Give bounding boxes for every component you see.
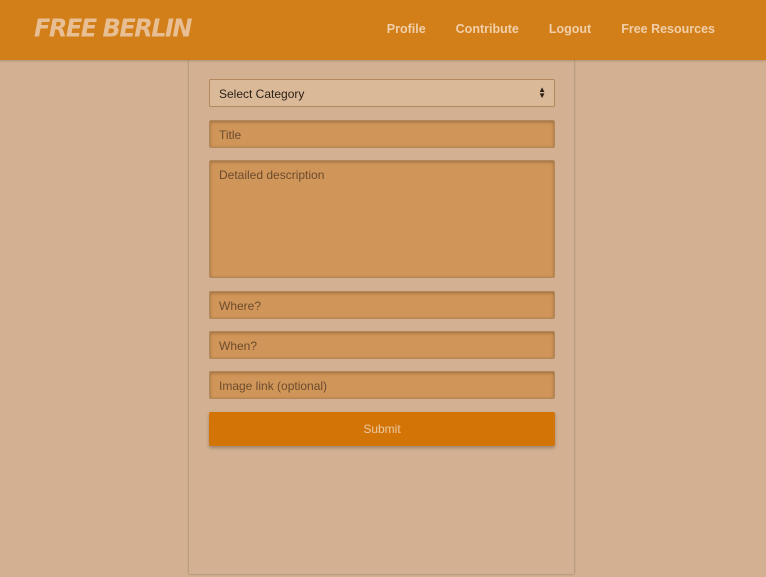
brand-logo[interactable]: FREE BERLIN [34, 13, 193, 42]
image-link-placeholder: Image link (optional) [219, 379, 328, 393]
nav-link-logout[interactable]: Logout [549, 22, 591, 36]
when-input[interactable]: When? [209, 331, 555, 359]
category-select[interactable]: Select Category ▲ ▼ [209, 79, 555, 107]
category-select-value: Select Category [219, 87, 305, 101]
nav-links: Profile Contribute Logout Free Resources [387, 22, 715, 36]
select-updown-icon: ▲ ▼ [538, 85, 546, 100]
top-navbar: FREE BERLIN Profile Contribute Logout Fr… [0, 0, 766, 60]
contribute-form-panel: Select Category ▲ ▼ Title Detailed descri… [189, 60, 574, 574]
nav-link-profile[interactable]: Profile [387, 22, 426, 36]
where-placeholder: Where? [219, 299, 262, 313]
nav-link-contribute[interactable]: Contribute [456, 22, 519, 36]
nav-link-free-resources[interactable]: Free Resources [621, 22, 715, 36]
title-placeholder: Title [219, 128, 242, 142]
submit-button[interactable]: Submit [209, 412, 555, 446]
title-input[interactable]: Title [209, 120, 555, 148]
where-input[interactable]: Where? [209, 291, 555, 319]
image-link-input[interactable]: Image link (optional) [209, 371, 555, 399]
description-placeholder: Detailed description [219, 168, 325, 182]
description-textarea[interactable]: Detailed description [209, 160, 555, 278]
when-placeholder: When? [219, 339, 258, 353]
